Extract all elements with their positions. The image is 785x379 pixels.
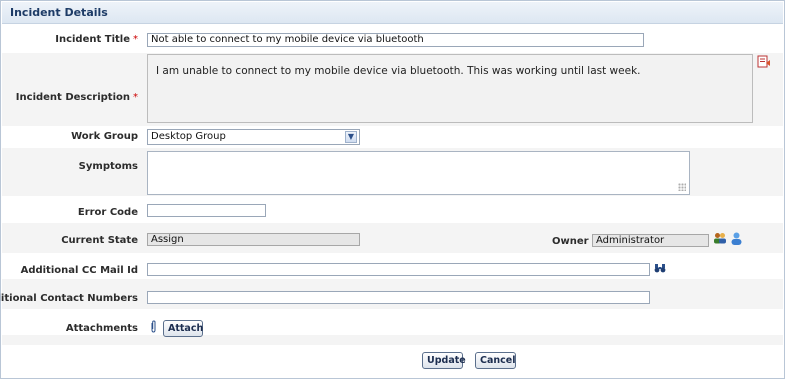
current-state-field: Assign <box>147 233 360 246</box>
required-marker: * <box>133 34 138 45</box>
incident-details-panel: Incident Details Incident Title * Not abl… <box>0 0 785 379</box>
owner-field: Administrator <box>592 234 709 247</box>
incident-description-label: Incident Description * <box>16 92 138 103</box>
owner-label: Owner <box>552 236 589 247</box>
chevron-down-icon[interactable]: ▼ <box>345 131 357 143</box>
resize-handle[interactable] <box>678 183 686 191</box>
additional-contacts-label: Additional Contact Numbers <box>0 293 138 304</box>
user-icon[interactable] <box>731 232 742 248</box>
paperclip-icon <box>150 320 157 336</box>
incident-description-field[interactable]: I am unable to connect to my mobile devi… <box>147 54 753 123</box>
cancel-button[interactable]: Cancel <box>475 352 516 369</box>
attach-row-bg <box>2 335 783 345</box>
required-marker: * <box>133 92 138 103</box>
incident-description-label-text: Incident Description <box>15 92 130 103</box>
binoculars-icon[interactable] <box>654 263 666 276</box>
attach-button[interactable]: Attach <box>163 320 203 337</box>
attachments-label: Attachments <box>65 323 138 334</box>
panel-header: Incident Details <box>2 2 783 24</box>
additional-contacts-input[interactable] <box>147 291 650 304</box>
error-code-input[interactable] <box>147 204 266 217</box>
error-code-label: Error Code <box>77 207 138 218</box>
additional-cc-input[interactable] <box>147 263 650 276</box>
incident-title-label-text: Incident Title <box>55 34 130 45</box>
symptoms-label: Symptoms <box>78 161 138 172</box>
current-state-label: Current State <box>61 235 138 246</box>
edit-document-icon[interactable] <box>757 55 771 72</box>
incident-title-input[interactable]: Not able to connect to my mobile device … <box>147 33 644 47</box>
panel-title: Incident Details <box>10 6 108 19</box>
work-group-label: Work Group <box>71 131 138 142</box>
work-group-selected: Desktop Group <box>151 131 226 142</box>
work-group-select[interactable]: Desktop Group ▼ <box>147 129 360 145</box>
update-button[interactable]: Update <box>422 352 466 369</box>
additional-cc-label: Additional CC Mail Id <box>20 265 138 276</box>
users-icon[interactable] <box>713 232 727 247</box>
incident-title-label: Incident Title * <box>55 34 138 45</box>
symptoms-textarea[interactable] <box>147 151 690 195</box>
